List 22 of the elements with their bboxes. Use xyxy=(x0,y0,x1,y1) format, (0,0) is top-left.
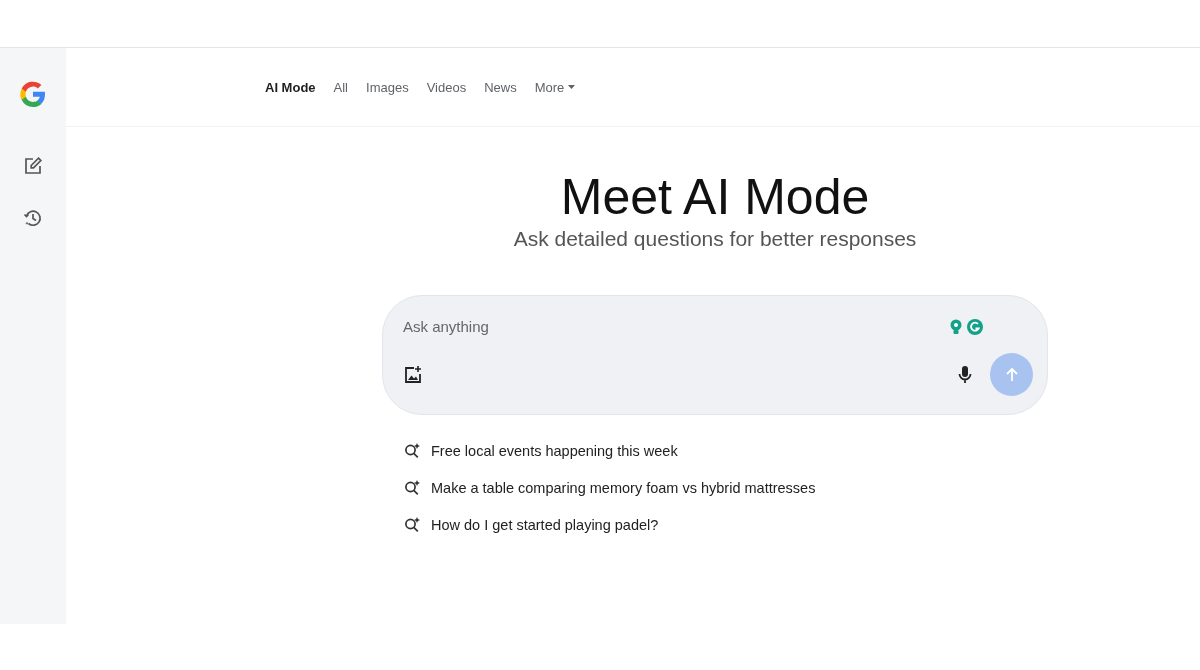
search-input[interactable]: Ask anything xyxy=(403,314,949,339)
add-image-button[interactable] xyxy=(403,364,423,385)
search-sparkle-icon xyxy=(404,516,421,533)
new-chat-button[interactable] xyxy=(23,156,43,176)
search-sparkle-icon xyxy=(404,479,421,496)
page-subtitle: Ask detailed questions for better responses xyxy=(513,227,917,251)
nav-tab[interactable]: More xyxy=(534,79,576,95)
history-button[interactable] xyxy=(23,208,43,228)
page-title: Meet AI Mode xyxy=(560,169,870,225)
search-box[interactable]: Ask anything xyxy=(382,295,1048,415)
nav-tab[interactable]: Images xyxy=(366,79,409,95)
suggestion-link[interactable]: Make a table comparing memory foam vs hybrid mattresses xyxy=(431,479,816,496)
nav-tab[interactable]: AI Mode xyxy=(265,79,316,95)
extension-icon xyxy=(967,318,983,335)
nav-tab[interactable]: All xyxy=(333,79,348,95)
suggestion-link[interactable]: Free local events happening this week xyxy=(431,442,678,459)
suggestion-link[interactable]: How do I get started playing padel? xyxy=(431,516,659,533)
nav-tab[interactable]: News xyxy=(484,79,517,95)
nav-tab[interactable]: Videos xyxy=(426,79,467,95)
search-sparkle-icon xyxy=(404,442,421,459)
bulb-icon xyxy=(949,318,963,335)
microphone-button[interactable] xyxy=(958,364,972,385)
